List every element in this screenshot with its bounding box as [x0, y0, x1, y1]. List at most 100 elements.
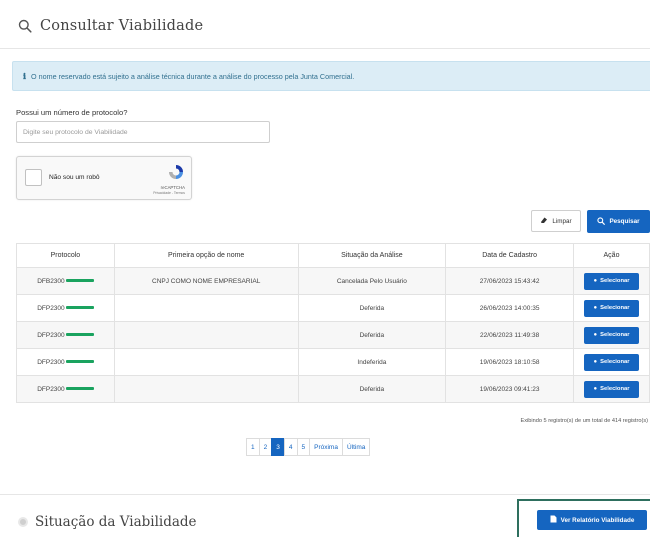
search-button-label: Pesquisar — [609, 218, 640, 225]
page-title: Consultar Viabilidade — [40, 18, 204, 34]
protocol-cell: DFP2300 — [16, 294, 115, 322]
action-cell: ● Selecionar — [573, 294, 650, 322]
recaptcha-checkbox[interactable] — [25, 169, 42, 186]
action-cell: ● Selecionar — [573, 348, 650, 376]
name-cell — [113, 348, 299, 376]
records-summary: Exibindo 5 registro(s) de um total de 41… — [520, 418, 648, 424]
redaction-mark — [65, 279, 94, 283]
check-circle-icon: ● — [593, 305, 598, 311]
column-header-acao: Ação — [573, 243, 650, 268]
protocol-cell: DFP2300 — [16, 348, 115, 376]
page: Consultar Viabilidade ℹ O nome reservado… — [0, 0, 650, 537]
divider — [0, 48, 650, 49]
check-circle-icon: ● — [593, 386, 598, 392]
name-cell — [113, 294, 299, 322]
document-icon — [550, 515, 557, 525]
redaction-mark — [65, 306, 94, 310]
section-header: Situação da Viabilidade — [18, 514, 197, 530]
search-button[interactable]: Pesquisar — [587, 210, 650, 233]
select-button[interactable]: ● Selecionar — [584, 326, 639, 344]
next-page-link[interactable]: Próxima — [309, 438, 343, 456]
page-link-2[interactable]: 2 — [258, 438, 273, 456]
recaptcha-links[interactable]: Privacidade - Termos — [153, 191, 185, 195]
select-button-label: Selecionar — [600, 332, 630, 338]
eraser-icon — [540, 216, 548, 226]
date-cell: 26/06/2023 14:00:35 — [445, 294, 575, 322]
table-row: DFB2300 CNPJ COMO NOME EMPRESARIAL Cance… — [16, 267, 650, 295]
status-cell: Cancelada Pelo Usuário — [297, 267, 447, 295]
protocol-cell: DFP2300 — [16, 375, 115, 403]
check-circle-icon: ● — [593, 359, 598, 365]
select-button-label: Selecionar — [600, 386, 630, 392]
search-icon — [18, 19, 32, 33]
page-link-5[interactable]: 5 — [296, 438, 311, 456]
page-link-3-active[interactable]: 3 — [271, 438, 285, 456]
divider — [0, 494, 650, 495]
protocol-number: DFP2300 — [37, 304, 65, 312]
recaptcha-label: Não sou um robô — [49, 174, 100, 181]
name-cell — [113, 375, 299, 403]
status-cell: Indeferida — [297, 348, 447, 376]
clear-button[interactable]: Limpar — [531, 210, 581, 232]
column-header-nome: Primeira opção de nome — [113, 243, 299, 268]
search-icon — [597, 216, 606, 227]
table-row: DFP2300 Indeferida 19/06/2023 18:10:58 ●… — [16, 348, 650, 376]
column-header-situacao: Situação da Análise — [297, 243, 447, 268]
name-cell: CNPJ COMO NOME EMPRESARIAL — [113, 267, 299, 295]
table-header-row: Protocolo Primeira opção de nome Situaçã… — [16, 243, 650, 268]
select-button[interactable]: ● Selecionar — [584, 353, 639, 371]
protocol-number: DFP2300 — [37, 331, 65, 339]
protocol-label: Possui um número de protocolo? — [16, 108, 128, 117]
recaptcha-widget: Não sou um robô reCAPTCHA Privacidade - … — [16, 156, 192, 200]
page-link-1[interactable]: 1 — [246, 438, 260, 456]
table-row: DFP2300 Deferida 26/06/2023 14:00:35 ● Se… — [16, 294, 650, 322]
recaptcha-brand: reCAPTCHA Privacidade - Termos — [153, 185, 185, 195]
status-cell: Deferida — [297, 321, 447, 349]
info-icon: ℹ — [23, 71, 27, 81]
status-cell: Deferida — [297, 375, 447, 403]
check-circle-icon: ● — [593, 332, 598, 338]
protocol-input[interactable] — [16, 121, 270, 143]
name-cell — [113, 321, 299, 349]
action-cell: ● Selecionar — [573, 321, 650, 349]
column-header-data: Data de Cadastro — [445, 243, 575, 268]
select-button-label: Selecionar — [600, 278, 630, 284]
last-page-link[interactable]: Última — [341, 438, 371, 456]
redaction-mark — [65, 333, 94, 337]
action-cell: ● Selecionar — [573, 375, 650, 403]
select-button[interactable]: ● Selecionar — [584, 272, 639, 290]
recaptcha-brand-text: reCAPTCHA — [160, 185, 185, 190]
page-header: Consultar Viabilidade — [18, 18, 203, 34]
table-row: DFP2300 Deferida 22/06/2023 11:49:38 ● Se… — [16, 321, 650, 349]
clear-button-label: Limpar — [552, 217, 572, 225]
action-cell: ● Selecionar — [573, 267, 650, 295]
info-message: O nome reservado está sujeito a análise … — [31, 71, 355, 81]
check-circle-icon: ● — [593, 278, 598, 284]
recaptcha-logo-icon — [167, 163, 185, 186]
circle-icon — [18, 517, 28, 527]
view-report-label: Ver Relatório Viabilidade — [560, 516, 635, 524]
protocol-cell: DFP2300 — [16, 321, 115, 349]
protocol-number: DFP2300 — [37, 358, 65, 366]
date-cell: 27/06/2023 15:43:42 — [445, 267, 575, 295]
select-button[interactable]: ● Selecionar — [584, 380, 639, 398]
select-button-label: Selecionar — [600, 359, 630, 365]
select-button-label: Selecionar — [600, 305, 630, 311]
page-link-4[interactable]: 4 — [283, 438, 298, 456]
protocol-number: DFP2300 — [37, 385, 65, 393]
protocol-cell: DFB2300 — [16, 267, 115, 295]
info-alert: ℹ O nome reservado está sujeito a anális… — [12, 61, 650, 91]
section-title: Situação da Viabilidade — [35, 514, 197, 530]
date-cell: 22/06/2023 11:49:38 — [445, 321, 575, 349]
date-cell: 19/06/2023 18:10:58 — [445, 348, 575, 376]
results-table: Protocolo Primeira opção de nome Situaçã… — [16, 243, 650, 403]
view-report-button[interactable]: Ver Relatório Viabilidade — [537, 510, 647, 530]
column-header-protocolo: Protocolo — [16, 243, 115, 268]
redaction-mark — [65, 360, 94, 364]
table-row: DFP2300 Deferida 19/06/2023 09:41:23 ● Se… — [16, 375, 650, 403]
redaction-mark — [65, 387, 94, 391]
protocol-number: DFB2300 — [37, 277, 65, 285]
select-button[interactable]: ● Selecionar — [584, 299, 639, 317]
status-cell: Deferida — [297, 294, 447, 322]
pagination: 1 2 3 4 5 Próxima Última — [246, 438, 371, 456]
